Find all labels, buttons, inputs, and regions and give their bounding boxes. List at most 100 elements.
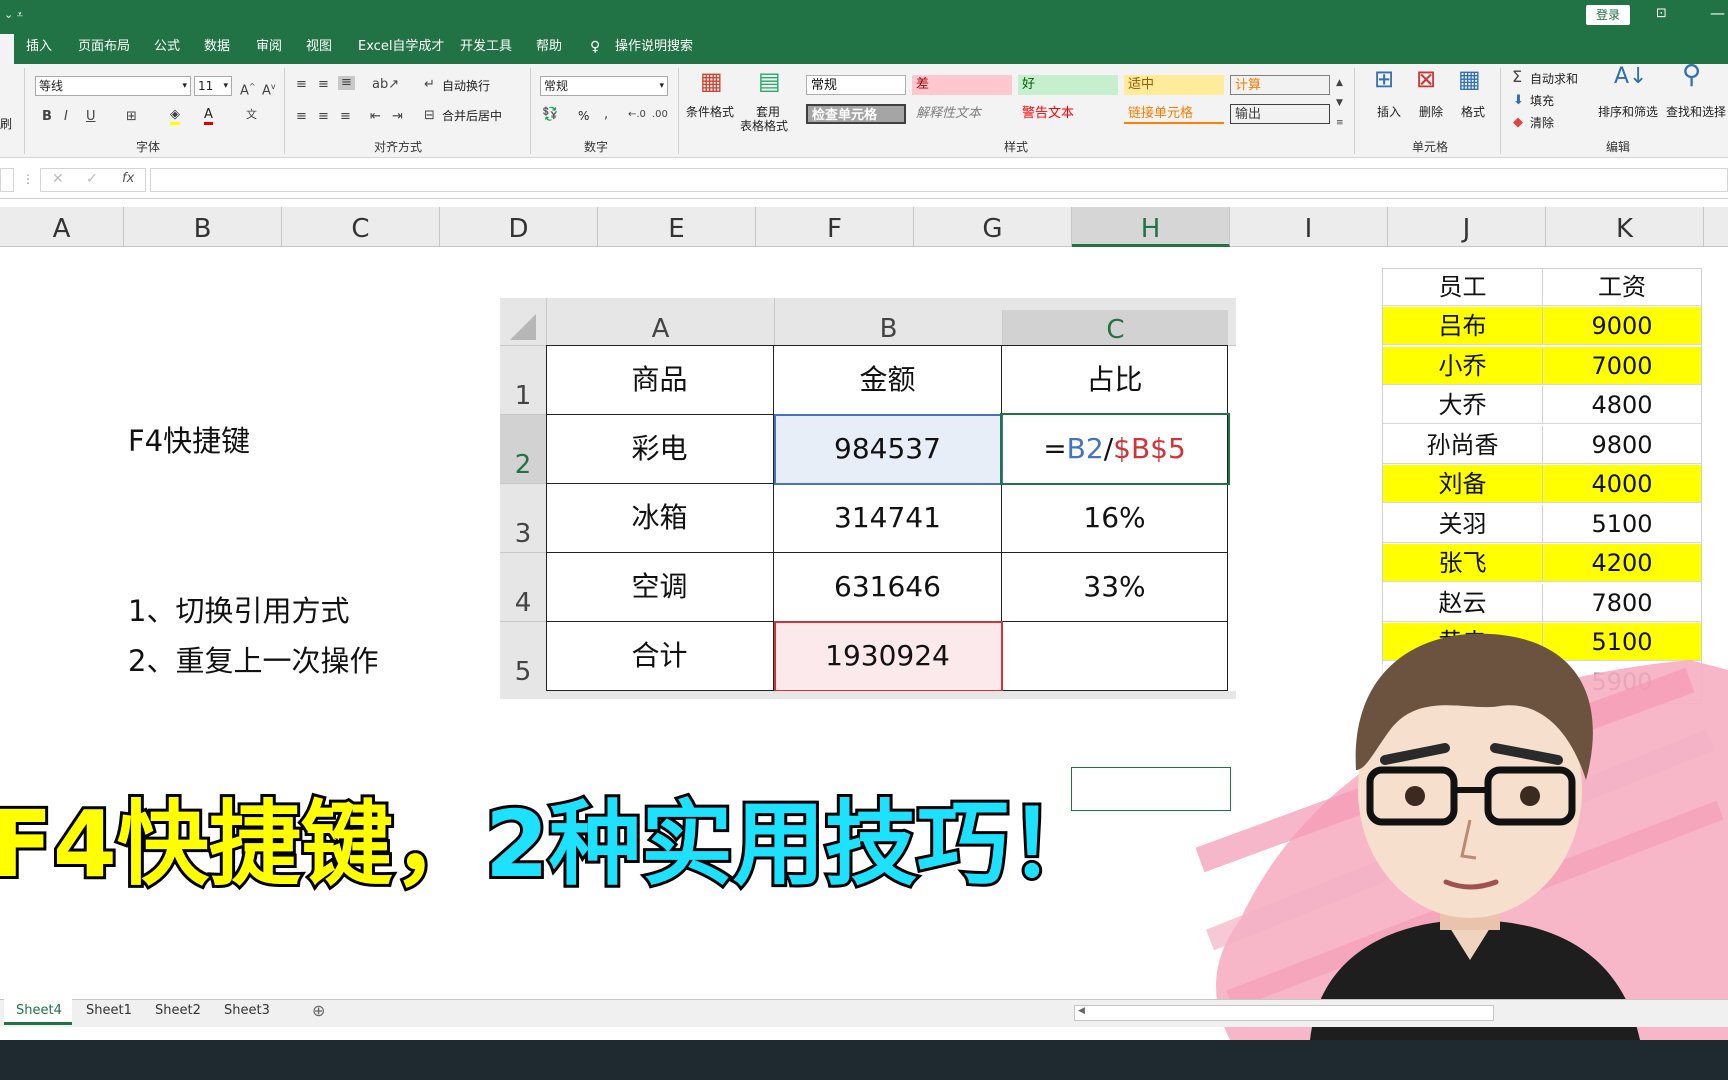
align-center-icon[interactable]: ≡ — [318, 110, 329, 124]
style-bad[interactable]: 差 — [912, 75, 1012, 95]
tab-formulas[interactable]: 公式 — [154, 39, 180, 55]
tab-data[interactable]: 数据 — [204, 39, 230, 55]
decrease-decimal-icon[interactable]: .00 — [652, 108, 668, 122]
comma-icon[interactable]: , — [604, 108, 608, 122]
scroll-left-icon[interactable]: ◀ — [1078, 1006, 1085, 1016]
style-normal[interactable]: 常规 — [806, 75, 906, 95]
tab-help[interactable]: 帮助 — [536, 39, 562, 55]
column-header-d[interactable]: D — [440, 207, 598, 247]
tab-review[interactable]: 审阅 — [256, 39, 282, 55]
decrease-indent-icon[interactable]: ⇤ — [370, 110, 381, 124]
inner-col-b[interactable]: B — [774, 298, 1002, 346]
employee-name-cell[interactable]: 刘备 — [1383, 465, 1543, 503]
sheet-tab-sheet1[interactable]: Sheet1 — [86, 1003, 132, 1018]
conditional-format-button[interactable]: 条件格式 — [686, 104, 734, 120]
column-header-a[interactable]: A — [0, 207, 124, 247]
employee-salary-cell[interactable]: 9000 — [1543, 307, 1701, 345]
percent-button[interactable]: % — [578, 108, 589, 124]
styles-more-icon[interactable]: ≡ — [1336, 116, 1344, 130]
enter-icon[interactable]: ✓ — [86, 171, 98, 187]
employee-salary-cell[interactable]: 9800 — [1543, 425, 1701, 464]
sheet-tab-sheet2[interactable]: Sheet2 — [155, 1003, 201, 1018]
align-top-icon[interactable]: ≡ — [296, 78, 307, 92]
insert-cells-button[interactable]: 插入 — [1377, 104, 1401, 120]
autosum-button[interactable]: 自动求和 — [1530, 71, 1578, 87]
tab-insert[interactable]: 插入 — [26, 39, 52, 55]
select-all-icon[interactable] — [510, 314, 536, 340]
cell-c3[interactable]: 16% — [1002, 484, 1228, 553]
fill-button[interactable]: 填充 — [1530, 93, 1554, 109]
column-header-h[interactable]: H — [1072, 207, 1230, 247]
align-left-icon[interactable]: ≡ — [296, 110, 307, 124]
inner-col-c[interactable]: C — [1002, 310, 1228, 346]
phonetic-icon[interactable]: 文 — [246, 108, 257, 122]
inner-row-1[interactable]: 1 — [500, 346, 546, 415]
employee-name-cell[interactable]: 关羽 — [1383, 504, 1543, 543]
horizontal-scrollbar[interactable] — [1074, 1005, 1494, 1021]
find-select-button[interactable]: 查找和选择 — [1666, 104, 1726, 120]
employee-name-cell[interactable]: 孙尚香 — [1383, 425, 1543, 464]
number-format-select[interactable]: 常规 ▾ — [540, 76, 668, 96]
align-right-icon[interactable]: ≡ — [340, 110, 351, 124]
minimize-icon[interactable]: — — [1710, 4, 1725, 22]
inner-row-2[interactable]: 2 — [500, 415, 546, 484]
format-cells-button[interactable]: 格式 — [1461, 104, 1485, 120]
employee-name-cell[interactable]: 张飞 — [1383, 544, 1543, 582]
employee-salary-cell[interactable]: 7000 — [1543, 346, 1701, 385]
cell-a3[interactable]: 冰箱 — [546, 484, 774, 553]
style-warning[interactable]: 警告文本 — [1018, 104, 1118, 124]
tab-developer[interactable]: 开发工具 — [460, 39, 512, 55]
style-explanatory[interactable]: 解释性文本 — [912, 104, 1012, 124]
accounting-icon[interactable]: 💱 — [542, 108, 558, 122]
sheet-tab-sheet3[interactable]: Sheet3 — [224, 1003, 270, 1018]
style-check-cell[interactable]: 检查单元格 — [806, 104, 906, 124]
quick-access-icon[interactable]: ⌄ ⩡ — [4, 8, 23, 22]
cell-b3[interactable]: 314741 — [774, 484, 1002, 553]
font-size-select[interactable]: 11 ▾ — [194, 76, 232, 96]
underline-icon[interactable]: U — [86, 110, 96, 124]
table-format-label2[interactable]: 表格格式 — [740, 118, 788, 134]
formula-input[interactable] — [150, 168, 1728, 192]
cell-c1[interactable]: 占比 — [1002, 346, 1228, 415]
column-header-b[interactable]: B — [124, 207, 282, 247]
sort-filter-button[interactable]: 排序和筛选 — [1598, 104, 1658, 120]
cell-b4[interactable]: 631646 — [774, 553, 1002, 622]
insert-function-icon[interactable]: fx — [122, 171, 134, 186]
column-header-k[interactable]: K — [1546, 207, 1704, 247]
employee-salary-cell[interactable]: 4000 — [1543, 465, 1701, 503]
cell-a5[interactable]: 合计 — [546, 622, 774, 691]
tab-view[interactable]: 视图 — [306, 39, 332, 55]
font-name-select[interactable]: 等线 ▾ — [35, 76, 191, 96]
employee-header-name[interactable]: 员工 — [1383, 268, 1543, 306]
employee-salary-cell[interactable]: 4200 — [1543, 544, 1701, 582]
fill-color-icon[interactable]: ◈ — [170, 108, 180, 125]
style-calculation[interactable]: 计算 — [1230, 75, 1330, 95]
column-header-c[interactable]: C — [282, 207, 440, 247]
employee-name-cell[interactable]: 小乔 — [1383, 346, 1543, 385]
employee-name-cell[interactable]: 吕布 — [1383, 307, 1543, 345]
employee-header-salary[interactable]: 工资 — [1543, 268, 1701, 306]
sheet-tab-sheet4[interactable]: Sheet4 — [16, 1003, 62, 1018]
employee-name-cell[interactable]: 大乔 — [1383, 386, 1543, 424]
style-neutral[interactable]: 适中 — [1124, 75, 1224, 95]
bold-icon[interactable]: B — [42, 110, 52, 124]
border-icon[interactable]: ⊞ — [126, 110, 137, 124]
style-good[interactable]: 好 — [1018, 75, 1118, 95]
column-header-j[interactable]: J — [1388, 207, 1546, 247]
align-bottom-icon[interactable]: ≡ — [338, 76, 355, 90]
cell-a4[interactable]: 空调 — [546, 553, 774, 622]
tab-home-edge[interactable] — [0, 34, 14, 64]
add-sheet-icon[interactable]: ⊕ — [312, 1001, 325, 1020]
format-painter-edge[interactable]: 刷 — [0, 116, 12, 132]
cell-a1[interactable]: 商品 — [546, 346, 774, 415]
cell-a2[interactable]: 彩电 — [546, 415, 774, 484]
align-middle-icon[interactable]: ≡ — [318, 78, 329, 92]
name-box-edge[interactable] — [0, 168, 14, 192]
employee-salary-cell[interactable]: 5100 — [1543, 504, 1701, 543]
style-output[interactable]: 输出 — [1230, 104, 1330, 124]
decrease-font-icon[interactable]: Av — [262, 80, 276, 98]
column-header-f[interactable]: F — [756, 207, 914, 247]
inner-row-4[interactable]: 4 — [500, 553, 546, 622]
delete-cells-button[interactable]: 删除 — [1419, 104, 1443, 120]
ribbon-display-icon[interactable]: ⊡ — [1656, 6, 1667, 21]
